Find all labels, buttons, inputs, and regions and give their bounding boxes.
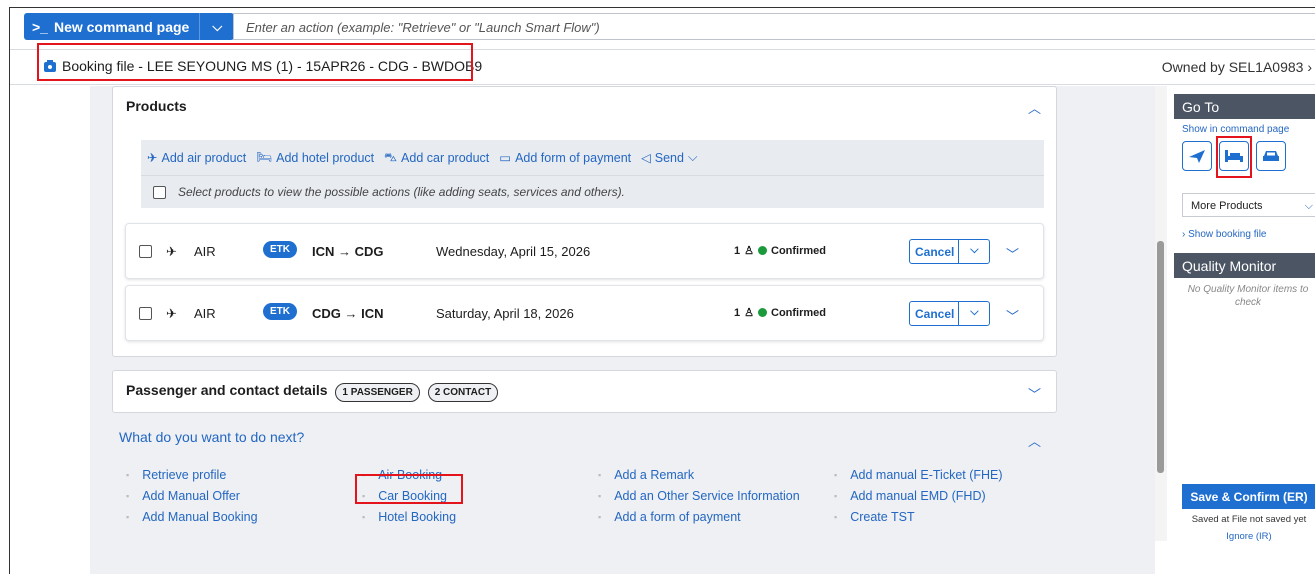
owner-label[interactable]: Owned by SEL1A0983 › [1162,59,1312,75]
new-command-label: New command page [53,18,190,35]
plane-icon: ✈ [166,306,177,321]
air-segment-row: ✈ AIR ETK CDG → ICN Saturday, April 18, … [125,285,1044,341]
go-to-heading: Go To [1174,94,1315,119]
car-icon [1263,151,1279,161]
hotel-booking-link[interactable]: Hotel Booking [362,506,456,527]
save-confirm-button[interactable]: Save & Confirm (ER) [1182,484,1315,509]
create-tst-link[interactable]: Create TST [834,506,1003,527]
products-heading: Products [126,98,187,114]
etk-badge: ETK [263,241,297,258]
next-actions-heading: What do you want to do next? [119,429,305,445]
passenger-heading: Passenger and contact details 1 PASSENGE… [126,382,499,402]
person-icon: ♙ [744,307,754,319]
next-actions-col-4: Add manual E-Ticket (FHE) Add manual EMD… [834,464,1003,527]
highlight-car-booking [355,474,463,504]
cancel-segment-button[interactable]: Cancel ⌵ [909,239,991,264]
next-actions-col-3: Add a Remark Add an Other Service Inform… [598,464,800,527]
quality-monitor-heading: Quality Monitor [1174,253,1315,278]
card-icon: ▭ [499,151,512,165]
chevron-down-icon[interactable]: ⌵ [959,240,989,263]
retrieve-profile-link[interactable]: Retrieve profile [126,464,258,485]
status-dot [758,308,767,317]
segment-route: ICN → CDG [312,244,384,259]
scrollbar-thumb[interactable] [1157,241,1164,473]
select-hint: Select products to view the possible act… [178,185,625,199]
app-window: >_ New command page ⌵ Enter an action (e… [9,7,1315,574]
segment-type: AIR [194,244,216,259]
chevron-down-icon[interactable]: ⌵ [200,13,234,40]
more-products-dropdown[interactable]: More Products ⌵ [1182,193,1315,217]
segment-type: AIR [194,306,216,321]
plane-icon: ✈ [166,244,177,259]
panel-scrollbar[interactable] [1155,86,1167,541]
person-icon: ♙ [744,245,754,257]
segment-date: Wednesday, April 15, 2026 [436,244,591,259]
send-icon: ◁ [641,151,651,165]
expand-segment-icon[interactable]: ﹀ [1006,244,1019,263]
save-status-note: Saved at File not saved yet [1191,514,1307,525]
passenger-count-pill: 1 PASSENGER [335,383,420,402]
select-all-checkbox[interactable] [153,185,166,199]
highlight-hotel-button [1216,136,1252,178]
product-actions-bar: ✈ Add air product 🛏 Add hotel product ⛍ Add… [141,140,1044,175]
go-air-button[interactable] [1182,141,1212,171]
send-button[interactable]: ◁ Send ⌵ [641,150,697,165]
add-manual-booking-link[interactable]: Add Manual Booking [126,506,257,527]
add-manual-offer-link[interactable]: Add Manual Offer [126,485,258,506]
segment-checkbox[interactable] [139,245,152,258]
cancel-segment-button[interactable]: Cancel ⌵ [909,301,991,326]
quality-monitor-empty: No Quality Monitor items to check [1187,284,1309,308]
air-segment-row: ✈ AIR ETK ICN → CDG Wednesday, April 15,… [125,223,1044,279]
expand-segment-icon[interactable]: ﹀ [1006,306,1019,325]
highlight-booking-title [37,43,473,81]
products-card: Products ︿ ✈ Add air product 🛏 Add hotel p… [112,86,1057,357]
add-car-product-button[interactable]: ⛍ Add car product [384,150,489,166]
next-actions-col-1: Retrieve profile Add Manual Offer Add Ma… [126,464,258,527]
show-in-command-link[interactable]: Show in command page [1182,124,1289,135]
expand-passenger-icon[interactable]: ﹀ [1028,384,1041,403]
collapse-next-icon[interactable]: ︿ [1028,431,1041,450]
plane-icon: ✈ [147,151,158,165]
chevron-down-icon: ⌵ [687,150,698,164]
add-manual-emd-link[interactable]: Add manual EMD (FHD) [834,485,1003,506]
add-manual-eticket-link[interactable]: Add manual E-Ticket (FHE) [834,464,1002,485]
status-dot [758,246,767,255]
segment-checkbox[interactable] [139,307,152,320]
add-remark-link[interactable]: Add a Remark [598,464,800,485]
add-osi-link[interactable]: Add an Other Service Information [598,485,800,506]
segment-status: 1 ♙ Confirmed [734,306,826,320]
contact-count-pill: 2 CONTACT [427,383,499,402]
new-command-button[interactable]: >_ New command page ⌵ [24,13,235,40]
segment-route: CDG → ICN [312,306,384,321]
car-icon: ⛍ [384,149,398,164]
collapse-products-icon[interactable]: ︿ [1028,98,1041,117]
segment-status: 1 ♙ Confirmed [734,244,826,258]
go-car-button[interactable] [1256,141,1286,171]
etk-badge: ETK [263,303,297,320]
plane-icon [1189,150,1205,163]
command-input[interactable]: Enter an action (example: "Retrieve" or … [233,13,1315,40]
add-air-product-button[interactable]: ✈ Add air product [147,150,246,166]
add-hotel-product-button[interactable]: 🛏 Add hotel product [256,150,374,165]
select-products-row: Select products to view the possible act… [141,175,1044,208]
main-content: Products ︿ ✈ Add air product 🛏 Add hotel p… [90,86,1155,574]
add-form-of-payment-link[interactable]: Add a form of payment [598,506,800,527]
chevron-down-icon[interactable]: ⌵ [959,302,989,325]
terminal-icon: >_ [32,18,48,35]
ignore-link[interactable]: Ignore (IR) [1182,531,1315,542]
passenger-card[interactable]: Passenger and contact details 1 PASSENGE… [112,370,1057,413]
bed-icon: 🛏 [256,150,273,164]
chevron-down-icon: ⌵ [1304,200,1313,212]
add-form-of-payment-button[interactable]: ▭ Add form of payment [499,150,631,166]
command-bar: >_ New command page ⌵ Enter an action (e… [10,8,1315,48]
show-booking-file-link[interactable]: › Show booking file [1182,229,1267,240]
segment-date: Saturday, April 18, 2026 [436,306,574,321]
